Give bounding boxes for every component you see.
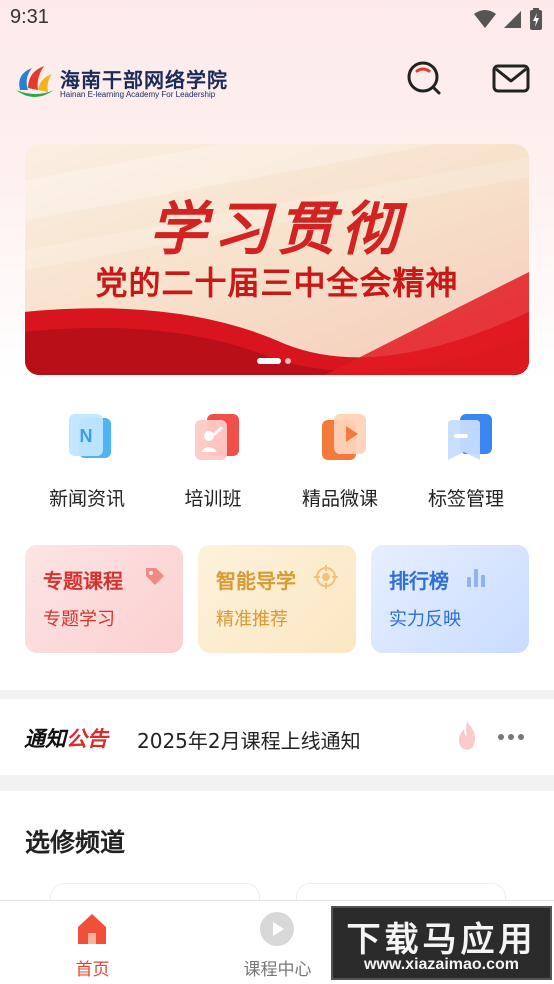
card-smart-guide[interactable]: 智能导学 精准推荐 — [198, 545, 356, 653]
card-special-course[interactable]: 专题课程 专题学习 — [25, 545, 183, 653]
battery-icon — [530, 8, 542, 30]
watermark-title: 下载马应用 — [346, 920, 537, 960]
banner-headline: 党的二十届三中全会精神 — [95, 264, 459, 302]
quick-menu-label: 培训班 — [184, 488, 242, 510]
wifi-icon — [474, 10, 496, 28]
quick-menu-label: 标签管理 — [427, 488, 504, 510]
quick-menu-training[interactable]: 培训班 — [153, 404, 273, 514]
tab-label: 首页 — [75, 960, 110, 980]
search-button[interactable] — [404, 58, 444, 98]
card-subtitle: 专题学习 — [43, 609, 115, 630]
notice-tag-part1: 通知 — [24, 727, 66, 751]
notice-tag-part2: 公告 — [66, 727, 108, 751]
banner-carousel[interactable]: 学习贯彻 党的二十届三中全会精神 — [25, 144, 529, 375]
notice-tag: 通知公告 — [24, 723, 108, 753]
tag-icon — [146, 568, 164, 585]
quick-menu: N 新闻资讯 培训班 精品微课 标签管理 — [0, 404, 554, 514]
brand-subtitle: Hainan E-learning Academy For Leadership — [60, 90, 216, 99]
watermark-url: www.xiazaimao.com — [363, 956, 519, 973]
card-title: 专题课程 — [43, 569, 123, 593]
notice-bar[interactable]: 通知公告 2025年2月课程上线通知 — [0, 699, 554, 775]
bar-chart-icon — [467, 569, 485, 587]
quick-menu-tag-manage[interactable]: 标签管理 — [406, 404, 526, 514]
card-subtitle: 精准推荐 — [216, 609, 288, 630]
quick-menu-label: 精品微课 — [301, 488, 378, 510]
card-subtitle: 实力反映 — [389, 609, 461, 630]
carousel-dot — [285, 358, 291, 364]
carousel-indicator — [257, 358, 291, 364]
brand-title: 海南干部网络学院 — [60, 68, 228, 92]
card-title: 排行榜 — [389, 569, 449, 593]
signal-icon — [504, 11, 521, 28]
more-icon[interactable] — [496, 723, 526, 751]
fire-icon — [459, 722, 476, 750]
training-class-icon — [195, 414, 239, 460]
quick-menu-label: 新闻资讯 — [48, 488, 125, 510]
status-time: 9:31 — [10, 6, 49, 28]
news-icon: N — [69, 414, 111, 458]
section-title: 选修频道 — [25, 828, 126, 857]
academy-logo — [16, 66, 54, 97]
home-icon — [78, 914, 106, 944]
mail-icon — [492, 64, 530, 93]
status-bar: 9:31 — [0, 0, 554, 38]
message-button[interactable] — [490, 58, 532, 98]
micro-course-icon — [322, 414, 366, 460]
carousel-dot-active — [257, 358, 281, 364]
tab-home[interactable]: 首页 — [0, 901, 185, 984]
quick-menu-news[interactable]: N 新闻资讯 — [27, 404, 147, 514]
notice-text[interactable]: 2025年2月课程上线通知 — [137, 725, 361, 754]
quick-menu-micro-course[interactable]: 精品微课 — [280, 404, 400, 514]
app-header: 海南干部网络学院 Hainan E-learning Academy For L… — [0, 56, 554, 106]
target-icon — [314, 565, 338, 589]
status-icons — [474, 8, 542, 30]
banner-script-text: 学习贯彻 — [148, 195, 405, 263]
card-title: 智能导学 — [216, 569, 296, 593]
card-leaderboard[interactable]: 排行榜 实力反映 — [371, 545, 529, 653]
watermark: 下载马应用 www.xiazaimao.com — [331, 906, 552, 980]
play-icon — [260, 912, 294, 946]
svg-text:N: N — [80, 426, 93, 446]
tag-manage-icon — [448, 414, 492, 460]
search-icon — [407, 61, 441, 95]
